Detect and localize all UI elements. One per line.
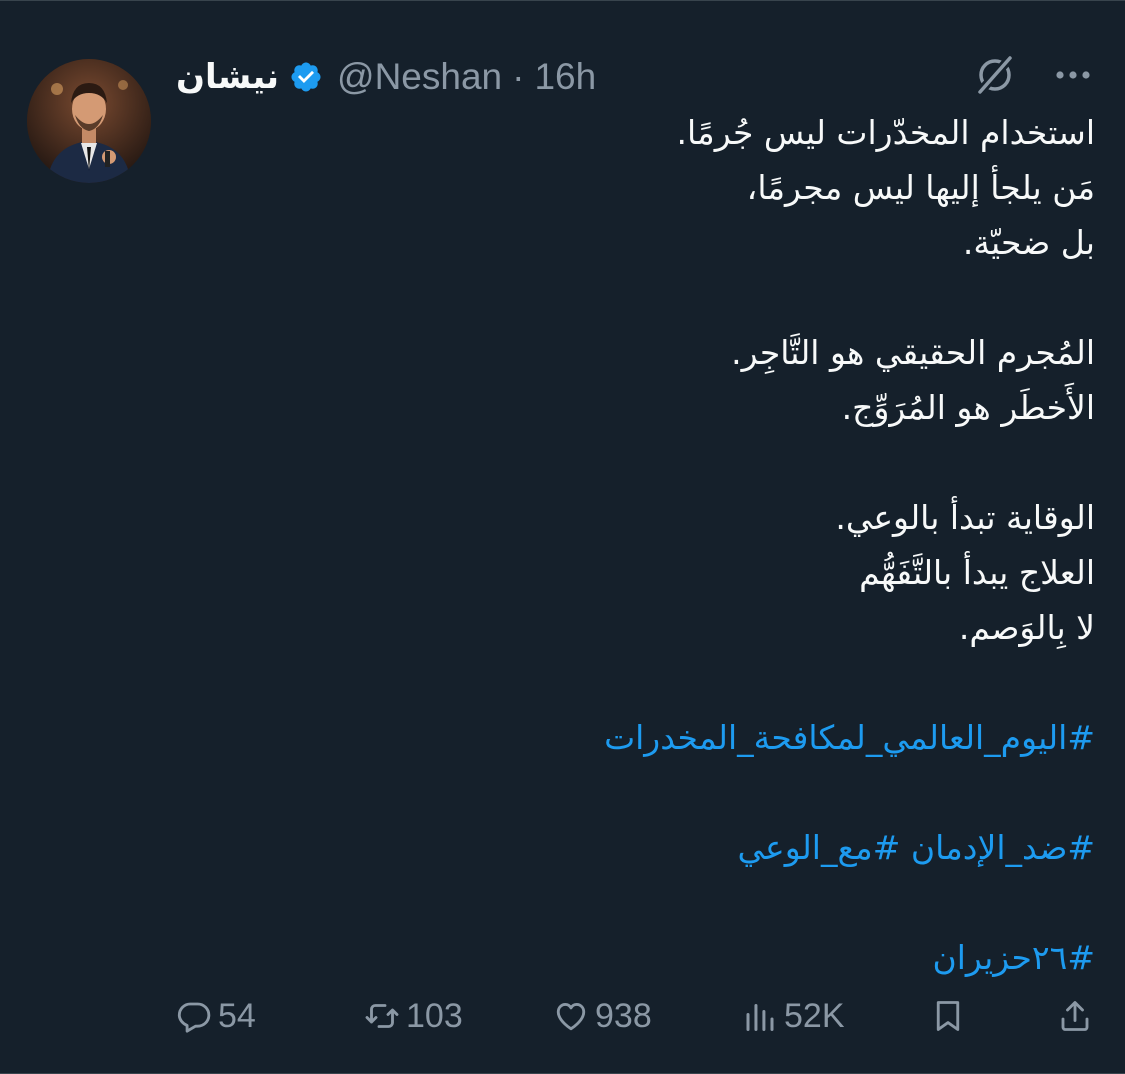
tweet-line: العلاج يبدأ بالتَّفَهُّم bbox=[859, 553, 1095, 592]
views-icon bbox=[746, 1004, 774, 1031]
reply-count: 54 bbox=[218, 996, 256, 1035]
reply-button[interactable]: 54 bbox=[176, 991, 256, 1041]
like-count: 938 bbox=[595, 996, 652, 1035]
tweet-line: الأَخطَر هو المُرَوِّج. bbox=[841, 388, 1095, 427]
like-icon bbox=[556, 1003, 586, 1031]
tweet-line: مَن يلجأ إليها ليس مجرمًا، bbox=[746, 168, 1095, 207]
tweet-line: الوقاية تبدأ بالوعي. bbox=[835, 498, 1095, 537]
hashtag-link[interactable]: #اليوم_العالمي_لمكافحة_المخدرات bbox=[195, 710, 1095, 765]
tweet-line: استخدام المخدّرات ليس جُرمًا. bbox=[676, 113, 1095, 152]
retweet-button[interactable]: 103 bbox=[364, 991, 463, 1041]
grok-icon[interactable] bbox=[971, 51, 1019, 99]
tweet-line: لا بِالوَصم. bbox=[958, 608, 1095, 647]
avatar[interactable] bbox=[27, 59, 151, 183]
views-count: 52K bbox=[784, 996, 845, 1035]
more-options-icon[interactable] bbox=[1051, 53, 1095, 97]
verified-badge-icon[interactable] bbox=[289, 60, 323, 94]
tweet-header: نيشان @Neshan · 16h bbox=[176, 53, 596, 101]
tweet-action-bar: 54 103 938 52K bbox=[0, 991, 1125, 1041]
author-handle[interactable]: @Neshan bbox=[337, 56, 502, 98]
tweet-line: بل ضحيّة. bbox=[962, 223, 1095, 262]
retweet-count: 103 bbox=[406, 996, 463, 1035]
share-button[interactable] bbox=[1057, 991, 1093, 1041]
tweet-card[interactable]: نيشان @Neshan · 16h استخدام المخدّرات لي… bbox=[0, 0, 1125, 1074]
hashtag-link[interactable]: #٢٦حزيران bbox=[195, 930, 1095, 985]
bookmark-icon bbox=[936, 1001, 960, 1031]
hashtag-link[interactable]: #ضد_الإدمان #مع_الوعي bbox=[195, 820, 1096, 875]
avatar-photo bbox=[27, 59, 151, 183]
like-button[interactable]: 938 bbox=[553, 991, 652, 1041]
views-button[interactable]: 52K bbox=[742, 991, 845, 1041]
bookmark-button[interactable] bbox=[930, 991, 966, 1041]
tweet-line: المُجرم الحقيقي هو التَّاجِر. bbox=[731, 333, 1095, 372]
tweet-text: استخدام المخدّرات ليس جُرمًا. مَن يلجأ إ… bbox=[195, 105, 1095, 985]
tweet-top-actions bbox=[971, 51, 1095, 99]
share-icon bbox=[1061, 1001, 1089, 1031]
timestamp[interactable]: 16h bbox=[534, 56, 596, 98]
display-name[interactable]: نيشان bbox=[176, 57, 279, 97]
retweet-icon bbox=[365, 1004, 399, 1028]
separator-dot: · bbox=[512, 56, 525, 97]
reply-icon bbox=[177, 1002, 211, 1033]
